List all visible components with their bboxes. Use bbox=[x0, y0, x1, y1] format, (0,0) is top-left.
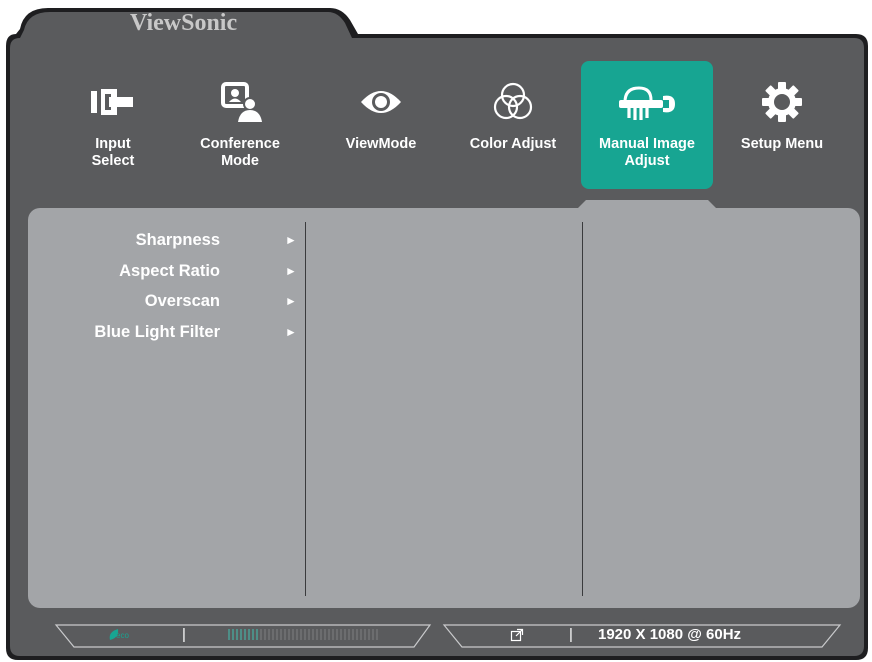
conference-person-icon bbox=[174, 79, 306, 125]
eye-icon bbox=[315, 79, 447, 125]
tab-viewmode[interactable]: ViewMode bbox=[315, 61, 447, 189]
column-divider bbox=[582, 222, 583, 596]
status-separator: | bbox=[569, 626, 573, 643]
tab-label: Color Adjust bbox=[469, 136, 557, 152]
arrow-right-icon: ► bbox=[285, 233, 297, 247]
hand-wrench-icon bbox=[581, 79, 713, 125]
tab-color-adjust[interactable]: Color Adjust bbox=[447, 61, 579, 189]
input-plug-icon bbox=[47, 79, 179, 125]
tab-label: Manual Image Adjust bbox=[599, 136, 695, 169]
menu-item-overscan[interactable]: Overscan ► bbox=[60, 289, 310, 320]
submenu-list: Sharpness ► Aspect Ratio ► Overscan ► Bl… bbox=[60, 228, 310, 350]
tab-label: Setup Menu bbox=[740, 136, 824, 152]
tab-label: Input Select bbox=[91, 136, 135, 169]
tab-label: ViewMode bbox=[345, 136, 417, 152]
tab-label: Conference Mode bbox=[200, 136, 280, 169]
tab-setup-menu[interactable]: Setup Menu bbox=[716, 61, 848, 189]
tab-conference-mode[interactable]: Conference Mode bbox=[174, 61, 306, 189]
eco-icon: eco bbox=[108, 627, 142, 643]
menu-item-sharpness[interactable]: Sharpness ► bbox=[60, 228, 310, 259]
menu-item-label: Aspect Ratio bbox=[119, 261, 220, 280]
menu-item-label: Overscan bbox=[144, 292, 220, 310]
eco-label: eco bbox=[116, 631, 129, 640]
status-separator: | bbox=[182, 626, 186, 643]
menu-item-label: Blue Light Filter bbox=[94, 322, 220, 341]
resolution-text: 1920 X 1080 @ 60Hz bbox=[598, 626, 742, 643]
color-circles-icon bbox=[447, 79, 579, 125]
menu-item-label: Sharpness bbox=[135, 231, 220, 249]
eco-level-bar bbox=[228, 629, 380, 640]
brand-logo: ViewSonic bbox=[130, 10, 238, 36]
arrow-right-icon: ► bbox=[285, 263, 297, 278]
menu-item-blue-light-filter[interactable]: Blue Light Filter ► bbox=[60, 320, 310, 351]
external-link-icon bbox=[510, 628, 524, 642]
arrow-right-icon: ► bbox=[285, 294, 297, 308]
arrow-right-icon: ► bbox=[285, 324, 297, 339]
tab-manual-image-adjust[interactable]: Manual Image Adjust bbox=[581, 61, 713, 189]
menu-item-aspect-ratio[interactable]: Aspect Ratio ► bbox=[60, 259, 310, 290]
tab-input-select[interactable]: Input Select bbox=[47, 61, 179, 189]
gear-icon bbox=[716, 79, 848, 125]
